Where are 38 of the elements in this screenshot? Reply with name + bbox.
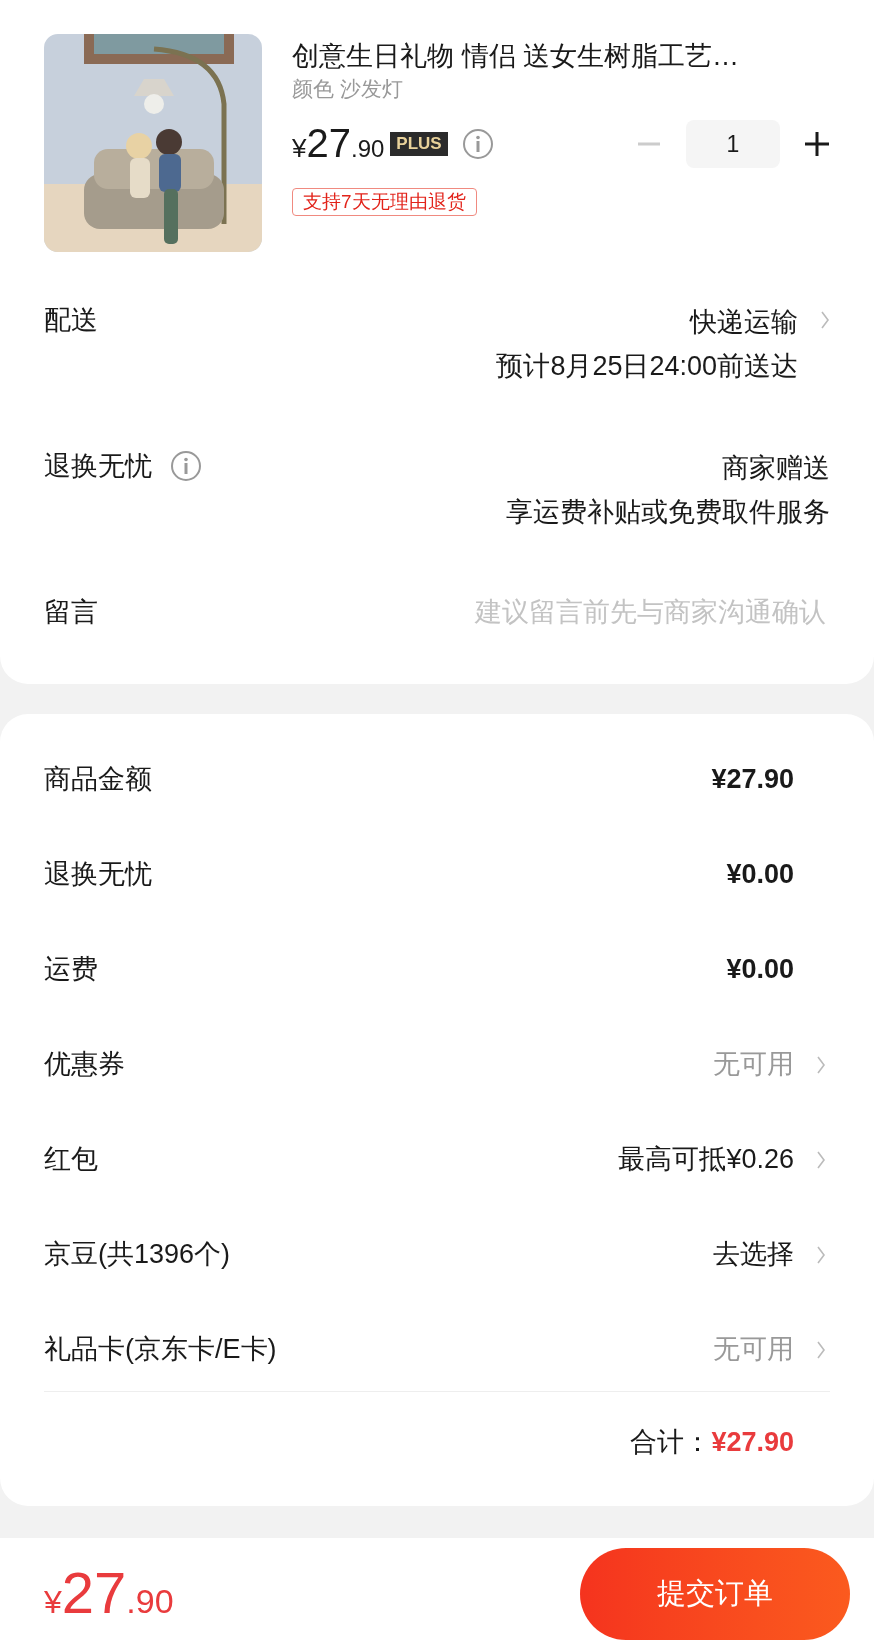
message-field[interactable]: 建议留言前先与商家沟通确认: [390, 592, 830, 632]
summary-value: ¥27.90: [711, 763, 794, 797]
row-label: 配送: [44, 304, 98, 337]
summary-label: 礼品卡(京东卡/E卡): [44, 1333, 277, 1367]
row-value: 预计8月25日24:00前送达: [496, 350, 798, 383]
summary-label: 红包: [44, 1143, 98, 1177]
info-icon[interactable]: [461, 128, 494, 160]
row-label: 留言: [44, 596, 98, 629]
summary-value: ¥0.00: [726, 953, 794, 987]
plus-badge: PLUS: [390, 132, 448, 156]
chevron-right-icon: [816, 1244, 826, 1265]
summary-value[interactable]: 最高可抵¥0.26: [618, 1139, 794, 1180]
row-value: 商家赠送: [722, 452, 830, 485]
submit-order-button[interactable]: 提交订单: [580, 1548, 850, 1640]
total-amount: ¥27.90: [711, 1425, 794, 1459]
row-label: 退换无忧: [44, 450, 152, 483]
chevron-right-icon: [816, 1149, 826, 1170]
chevron-right-icon: [816, 1054, 826, 1075]
summary-value[interactable]: 去选择: [713, 1234, 794, 1275]
plus-icon[interactable]: [804, 131, 830, 157]
product-price: ¥27.90: [292, 120, 385, 167]
chevron-right-icon: [820, 310, 830, 330]
summary-label: 优惠券: [44, 1048, 125, 1082]
chevron-right-icon: [816, 1339, 826, 1360]
quantity-field[interactable]: 1: [686, 120, 780, 168]
summary-label: 退换无忧: [44, 858, 152, 892]
summary-label: 商品金额: [44, 763, 152, 797]
info-icon[interactable]: [170, 450, 202, 482]
product-title: 创意生日礼物 情侣 送女生树脂工艺…: [292, 40, 740, 73]
summary-label: 京豆(共1396个): [44, 1238, 231, 1272]
footer-price: ¥27.90: [44, 1561, 174, 1627]
row-value: 享运费补贴或免费取件服务: [506, 496, 830, 529]
product-variant: 颜色 沙发灯: [292, 76, 404, 102]
row-value: 快递运输: [690, 306, 798, 339]
summary-value: ¥0.00: [726, 858, 794, 892]
summary-label: 运费: [44, 953, 98, 987]
return-policy-tag: 支持7天无理由退货: [292, 188, 477, 216]
total-label: 合计：: [630, 1425, 712, 1459]
